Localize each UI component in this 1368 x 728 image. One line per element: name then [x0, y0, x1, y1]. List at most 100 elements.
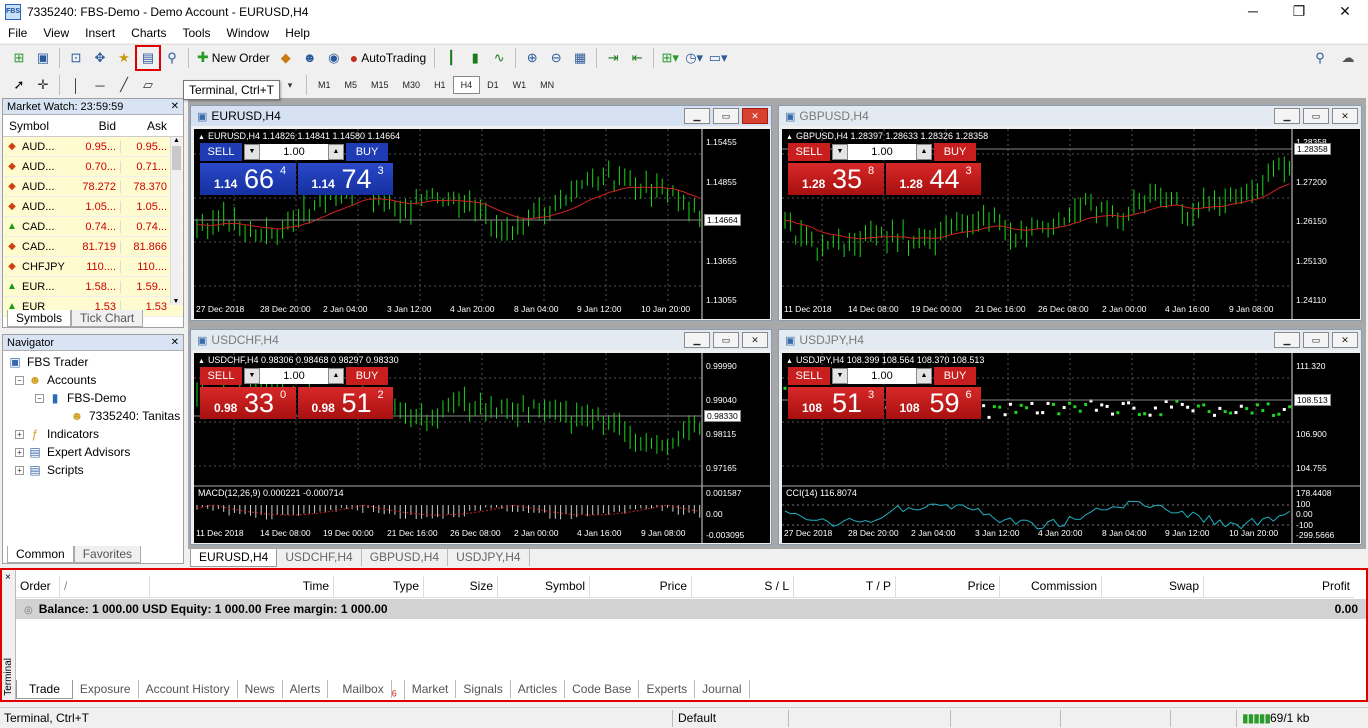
chart-maximize-button[interactable]: ▭	[1303, 108, 1329, 124]
market-watch-row[interactable]: ▲ EUR... 1.58... 1.59...	[3, 277, 183, 297]
expand-icon[interactable]: +	[15, 429, 24, 439]
col-symbol[interactable]: Symbol	[498, 576, 590, 597]
close-icon[interactable]: ✕	[171, 99, 179, 115]
chart-window[interactable]: ▣ EURUSD,H4 ▁ ▭ ✕ ▲ EURUSD,H4 1.14826 1.14841 …	[190, 105, 772, 321]
collapse-triangle-icon[interactable]: ▲	[786, 134, 793, 141]
tab-code-base[interactable]: Code Base	[565, 680, 640, 698]
collapse-icon[interactable]: −	[35, 393, 44, 403]
line-chart-icon[interactable]: ∿	[488, 47, 510, 69]
minimize-button[interactable]: ─	[1230, 0, 1276, 22]
chart-minimize-button[interactable]: ▁	[1274, 332, 1300, 348]
chart-window[interactable]: ▣ USDCHF,H4 ▁ ▭ ✕ ▲ USDCHF,H4 0.98306 0.98468 …	[190, 329, 772, 545]
chat-icon[interactable]: ☁	[1337, 47, 1359, 69]
timeframe-d1[interactable]: D1	[480, 76, 506, 94]
chart-window[interactable]: ▣ USDJPY,H4 ▁ ▭ ✕ ▲ USDJPY,H4 108.399 108.564 …	[778, 329, 1362, 545]
buy-price-button[interactable]: 1.28 44 3	[885, 163, 981, 195]
zoom-in-icon[interactable]: ⊕	[521, 47, 543, 69]
chart-canvas[interactable]: ▲ USDCHF,H4 0.98306 0.98468 0.98297 0.983…	[194, 353, 770, 543]
signals-icon[interactable]: ◉	[323, 47, 345, 69]
chart-maximize-button[interactable]: ▭	[713, 108, 739, 124]
col-price-current[interactable]: Price	[896, 576, 1000, 597]
channel-icon[interactable]: ▱	[137, 74, 159, 96]
chart-tab-gbpusd[interactable]: GBPUSD,H4	[362, 549, 449, 566]
chart-canvas[interactable]: ▲ EURUSD,H4 1.14826 1.14841 1.14580 1.146…	[194, 129, 770, 319]
market-watch-icon[interactable]: ⊡	[65, 47, 87, 69]
tab-trade[interactable]: Trade	[16, 680, 73, 699]
buy-button[interactable]: BUY	[934, 143, 976, 161]
col-time[interactable]: Time	[150, 576, 334, 597]
tab-news[interactable]: News	[238, 680, 283, 698]
sell-price-button[interactable]: 0.98 33 0	[200, 387, 296, 419]
bar-chart-icon[interactable]: ┃	[440, 47, 462, 69]
chart-shift-icon[interactable]: ⇤	[626, 47, 648, 69]
tab-market[interactable]: Market	[405, 680, 457, 698]
volume-up-icon[interactable]: ▲	[916, 368, 932, 384]
tab-common[interactable]: Common	[7, 546, 74, 563]
navigator-icon[interactable]: ★	[113, 47, 135, 69]
collapse-triangle-icon[interactable]: ▲	[198, 358, 205, 365]
menu-view[interactable]: View	[35, 26, 77, 40]
timeframe-mn[interactable]: MN	[533, 76, 561, 94]
scroll-up-icon[interactable]: ▲	[171, 137, 182, 144]
tab-mailbox[interactable]: Mailbox 6	[328, 680, 405, 701]
menu-charts[interactable]: Charts	[123, 26, 174, 40]
chart-canvas[interactable]: ▲ USDJPY,H4 108.399 108.564 108.370 108.5…	[782, 353, 1360, 543]
tab-experts[interactable]: Experts	[639, 680, 696, 698]
tab-journal[interactable]: Journal	[695, 680, 750, 698]
chart-tab-usdchf[interactable]: USDCHF,H4	[277, 549, 362, 566]
close-icon[interactable]: ✕	[171, 335, 179, 351]
maximize-button[interactable]: ❐	[1276, 0, 1322, 22]
tab-alerts[interactable]: Alerts	[283, 680, 329, 698]
market-watch-row[interactable]: ◆ AUD... 0.70... 0.71...	[3, 157, 183, 177]
market-watch-row[interactable]: ◆ CAD... 81.719 81.866	[3, 237, 183, 257]
col-symbol[interactable]: Symbol	[3, 119, 69, 133]
market-watch-row[interactable]: ◆ CHFJPY 110.... 110....	[3, 257, 183, 277]
volume-up-icon[interactable]: ▲	[328, 144, 344, 160]
sell-price-button[interactable]: 108 51 3	[788, 387, 884, 419]
nav-account[interactable]: ☻ 7335240: Tanitas	[7, 407, 183, 425]
indicators-icon[interactable]: ⊞▾	[659, 47, 681, 69]
col-tp[interactable]: T / P	[794, 576, 896, 597]
sell-price-button[interactable]: 1.14 66 4	[200, 163, 296, 195]
collapse-icon[interactable]: −	[15, 375, 24, 385]
col-profit[interactable]: Profit	[1204, 576, 1354, 597]
nav-scripts[interactable]: + ▤ Scripts	[7, 461, 183, 479]
data-window-icon[interactable]: ✥	[89, 47, 111, 69]
col-ask[interactable]: Ask	[120, 119, 171, 133]
chart-window[interactable]: ▣ GBPUSD,H4 ▁ ▭ ✕ ▲ GBPUSD,H4 1.28397 1.28633 …	[778, 105, 1362, 321]
volume-up-icon[interactable]: ▲	[916, 144, 932, 160]
menu-window[interactable]: Window	[219, 26, 278, 40]
horizontal-line-icon[interactable]: ─	[89, 74, 111, 96]
volume-down-icon[interactable]: ▼	[832, 144, 848, 160]
new-order-button[interactable]: ✚ New Order	[193, 47, 274, 69]
strategy-tester-icon[interactable]: ⚲	[161, 47, 183, 69]
candlestick-icon[interactable]: ▮	[464, 47, 486, 69]
tab-symbols[interactable]: Symbols	[7, 310, 72, 327]
buy-price-button[interactable]: 108 59 6	[885, 387, 981, 419]
chart-close-button[interactable]: ✕	[742, 332, 768, 348]
col-swap[interactable]: Swap	[1102, 576, 1204, 597]
terminal-close-icon[interactable]: ×	[5, 572, 11, 583]
nav-root[interactable]: ▣ FBS Trader	[7, 353, 183, 371]
chart-close-button[interactable]: ✕	[742, 108, 768, 124]
scrollbar-thumb[interactable]	[172, 146, 181, 170]
timeframe-m30[interactable]: M30	[396, 76, 428, 94]
tab-exposure[interactable]: Exposure	[73, 680, 139, 698]
volume-value[interactable]: 1.00	[848, 370, 916, 382]
tab-signals[interactable]: Signals	[456, 680, 511, 698]
chart-tab-eurusd[interactable]: EURUSD,H4	[190, 549, 278, 567]
menu-tools[interactable]: Tools	[175, 26, 219, 40]
chart-maximize-button[interactable]: ▭	[1303, 332, 1329, 348]
nav-accounts[interactable]: − ☻ Accounts	[7, 371, 183, 389]
nav-indicators[interactable]: + ƒ Indicators	[7, 425, 183, 443]
market-watch-row[interactable]: ◆ AUD... 1.05... 1.05...	[3, 197, 183, 217]
col-sort[interactable]: /	[60, 576, 150, 597]
col-bid[interactable]: Bid	[69, 119, 120, 133]
sell-button[interactable]: SELL	[200, 367, 242, 385]
crosshair-icon[interactable]: ✛	[32, 74, 54, 96]
terminal-icon[interactable]: ▤	[135, 44, 161, 71]
chart-close-button[interactable]: ✕	[1332, 332, 1358, 348]
cursor-icon[interactable]: ➚	[8, 74, 30, 96]
buy-button[interactable]: BUY	[934, 367, 976, 385]
chart-canvas[interactable]: ▲ GBPUSD,H4 1.28397 1.28633 1.28326 1.283…	[782, 129, 1360, 319]
